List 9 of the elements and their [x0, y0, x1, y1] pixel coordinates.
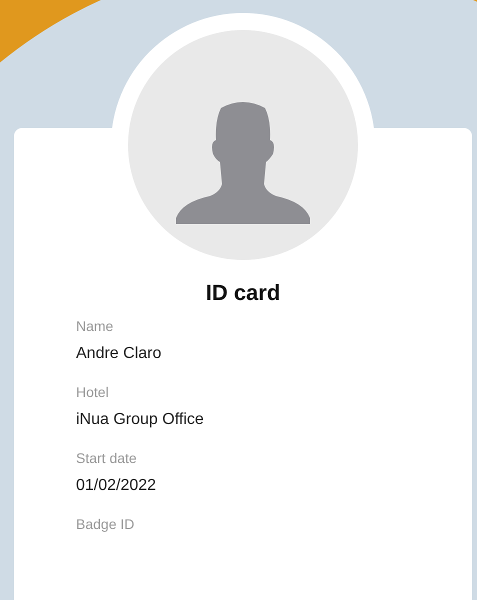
field-label: Badge ID: [76, 516, 136, 533]
card-title: ID card: [204, 280, 282, 306]
field-label: Hotel: [76, 384, 110, 401]
field-value: iNua Group Office: [76, 410, 205, 429]
person-silhouette-icon: [176, 100, 310, 224]
field-label: Start date: [76, 450, 138, 467]
field-value: 01/02/2022: [76, 476, 158, 495]
field-label: Name: [76, 318, 114, 335]
field-value: Andre Claro: [76, 344, 162, 363]
